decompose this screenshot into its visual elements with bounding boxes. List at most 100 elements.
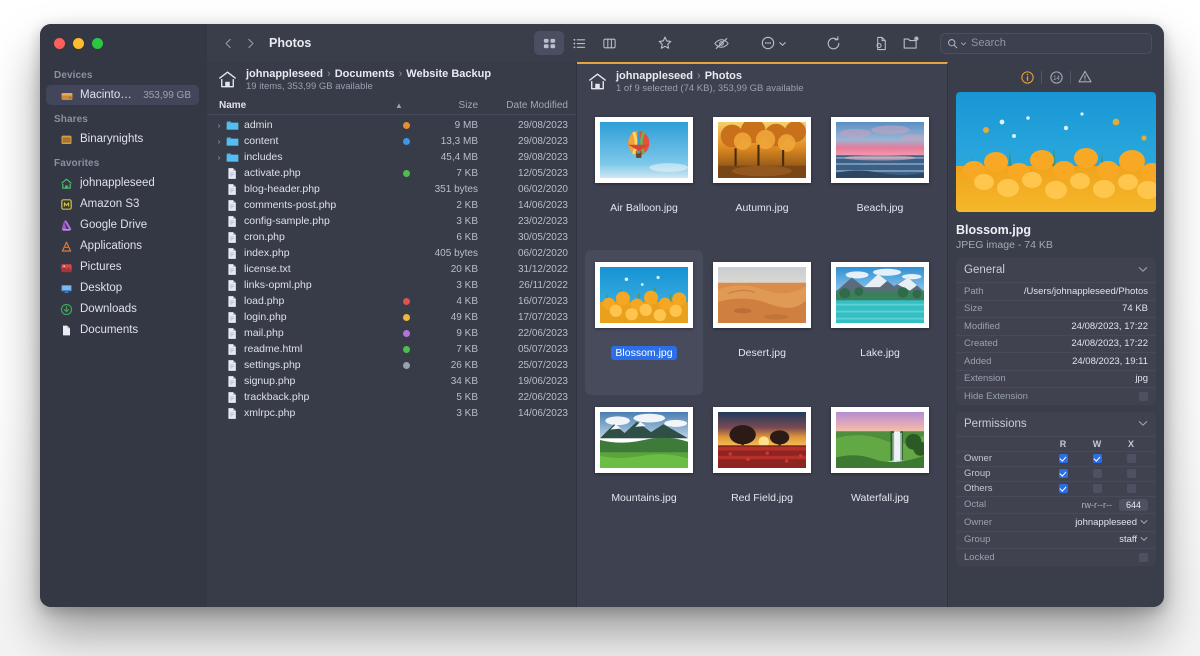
grid-tile-label: Beach.jpg (853, 201, 908, 215)
sidebar-item-amazon-s3[interactable]: Amazon S3 (46, 194, 199, 214)
table-row[interactable]: activate.php7 KB12/05/2023 (207, 165, 576, 181)
list-view-button[interactable] (564, 31, 594, 55)
table-row[interactable]: mail.php9 KB22/06/2023 (207, 325, 576, 341)
sidebar-item-johnappleseed[interactable]: johnappleseed (46, 173, 199, 193)
column-view-button[interactable] (594, 31, 624, 55)
sidebar-item-downloads[interactable]: Downloads (46, 299, 199, 319)
sidebar-item-macintosh-hd[interactable]: Macintosh HD353,99 GB (46, 85, 199, 105)
more-options-button[interactable] (754, 31, 792, 55)
back-button[interactable] (217, 31, 239, 55)
forward-button[interactable] (239, 31, 261, 55)
grid-tile[interactable]: Red Field.jpg (703, 395, 821, 540)
table-row[interactable]: comments-post.php2 KB14/06/2023 (207, 197, 576, 213)
chevron-down-icon[interactable] (1140, 518, 1148, 527)
list-breadcrumb[interactable]: johnappleseed›Documents›Website Backup (246, 68, 491, 80)
table-row[interactable]: index.php405 bytes06/02/2020 (207, 245, 576, 261)
grid-tile[interactable]: Desert.jpg (703, 250, 821, 395)
close-button[interactable] (54, 38, 65, 49)
table-row[interactable]: cron.php6 KB30/05/2023 (207, 229, 576, 245)
sidebar-item-binarynights[interactable]: Binarynights (46, 129, 199, 149)
table-row[interactable]: ›admin9 MB29/08/2023 (207, 117, 576, 133)
photo-red-field (718, 412, 806, 468)
locked-checkbox[interactable] (1139, 553, 1148, 562)
table-row[interactable]: readme.html7 KB05/07/2023 (207, 341, 576, 357)
table-row[interactable]: blog-header.php351 bytes06/02/2020 (207, 181, 576, 197)
sidebar-item-pictures[interactable]: Pictures (46, 257, 199, 277)
table-row[interactable]: ›includes45,4 MB29/08/2023 (207, 149, 576, 165)
refresh-button[interactable] (818, 31, 848, 55)
grid-tile[interactable]: Blossom.jpg (585, 250, 703, 395)
permission-checkbox-others-w[interactable] (1093, 484, 1102, 493)
sidebar-item-desktop[interactable]: Desktop (46, 278, 199, 298)
zoom-button[interactable] (92, 38, 103, 49)
grid-tile[interactable]: Mountains.jpg (585, 395, 703, 540)
table-row[interactable]: xmlrpc.php3 KB14/06/2023 (207, 405, 576, 421)
permission-checkbox-owner-w[interactable] (1093, 454, 1102, 463)
permission-checkbox-group-x[interactable] (1127, 469, 1136, 478)
chevron-down-icon[interactable] (1138, 419, 1148, 429)
column-header-name[interactable]: Name (219, 100, 392, 111)
permission-checkbox-others-r[interactable] (1059, 484, 1068, 493)
hide-extension-checkbox[interactable] (1139, 392, 1148, 401)
sort-ascending-icon[interactable]: ▲ (392, 101, 406, 110)
breadcrumb-item[interactable]: Documents (335, 68, 395, 80)
general-card-header[interactable]: General (956, 258, 1156, 282)
column-header-date[interactable]: Date Modified (478, 100, 570, 111)
search-input[interactable] (971, 37, 1145, 49)
warnings-tab[interactable] (1071, 67, 1099, 87)
disclosure-triangle-icon[interactable]: › (213, 121, 225, 130)
breadcrumb-item[interactable]: Photos (705, 70, 742, 82)
table-row[interactable]: signup.php34 KB19/06/2023 (207, 373, 576, 389)
disclosure-triangle-icon[interactable]: › (213, 137, 225, 146)
table-row[interactable]: login.php49 KB17/07/2023 (207, 309, 576, 325)
permission-checkbox-group-r[interactable] (1059, 469, 1068, 478)
grid-tile[interactable]: Autumn.jpg (703, 105, 821, 250)
disclosure-triangle-icon[interactable]: › (213, 153, 225, 162)
octal-value[interactable]: 644 (1119, 499, 1148, 511)
table-row[interactable]: ›content13,3 MB29/08/2023 (207, 133, 576, 149)
chevron-down-icon[interactable] (1138, 265, 1148, 275)
permission-checkbox-group-w[interactable] (1093, 469, 1102, 478)
permission-checkbox-owner-r[interactable] (1059, 454, 1068, 463)
thumbnail-frame (594, 401, 694, 479)
table-row[interactable]: load.php4 KB16/07/2023 (207, 293, 576, 309)
grid-breadcrumb[interactable]: johnappleseed›Photos (616, 70, 803, 82)
sidebar-item-label: Binarynights (80, 133, 191, 145)
desktop-icon (60, 282, 73, 295)
general-row: Size74 KB (956, 300, 1156, 318)
info-tab[interactable] (1013, 67, 1041, 87)
permission-checkbox-others-x[interactable] (1127, 484, 1136, 493)
table-row[interactable]: config-sample.php3 KB23/02/2023 (207, 213, 576, 229)
table-row[interactable]: links-opml.php3 KB26/11/2022 (207, 277, 576, 293)
column-header-size[interactable]: Size (406, 100, 478, 111)
owner-select[interactable]: johnappleseed (1075, 517, 1148, 528)
grid-tile[interactable]: Air Balloon.jpg (585, 105, 703, 250)
group-value: staff (1119, 534, 1137, 545)
favorites-button[interactable] (650, 31, 680, 55)
grid-tile[interactable]: Beach.jpg (821, 105, 939, 250)
table-row[interactable]: license.txt20 KB31/12/2022 (207, 261, 576, 277)
permission-checkbox-owner-x[interactable] (1127, 454, 1136, 463)
search-box[interactable] (940, 33, 1152, 54)
chevron-down-icon[interactable] (1140, 535, 1148, 544)
group-select[interactable]: staff (1119, 534, 1148, 545)
sidebar-item-google-drive[interactable]: Google Drive (46, 215, 199, 235)
table-row[interactable]: settings.php26 KB25/07/2023 (207, 357, 576, 373)
breadcrumb-item[interactable]: johnappleseed (246, 68, 323, 80)
minimize-button[interactable] (73, 38, 84, 49)
sidebar-item-applications[interactable]: Applications (46, 236, 199, 256)
breadcrumb-item[interactable]: johnappleseed (616, 70, 693, 82)
grid-tile[interactable]: Lake.jpg (821, 250, 939, 395)
show-hidden-files-button[interactable] (706, 31, 736, 55)
thumbnail-frame (712, 256, 812, 334)
versions-tab[interactable]: 14 (1042, 67, 1070, 87)
table-row[interactable]: trackback.php5 KB22/06/2023 (207, 389, 576, 405)
new-folder-button[interactable] (896, 31, 926, 55)
permissions-card-header[interactable]: Permissions (956, 412, 1156, 436)
icon-view-button[interactable] (534, 31, 564, 55)
grid-tile[interactable]: Waterfall.jpg (821, 395, 939, 540)
sidebar-item-documents[interactable]: Documents (46, 320, 199, 340)
pictures-icon (60, 261, 73, 274)
new-file-button[interactable] (866, 31, 896, 55)
breadcrumb-item[interactable]: Website Backup (406, 68, 491, 80)
